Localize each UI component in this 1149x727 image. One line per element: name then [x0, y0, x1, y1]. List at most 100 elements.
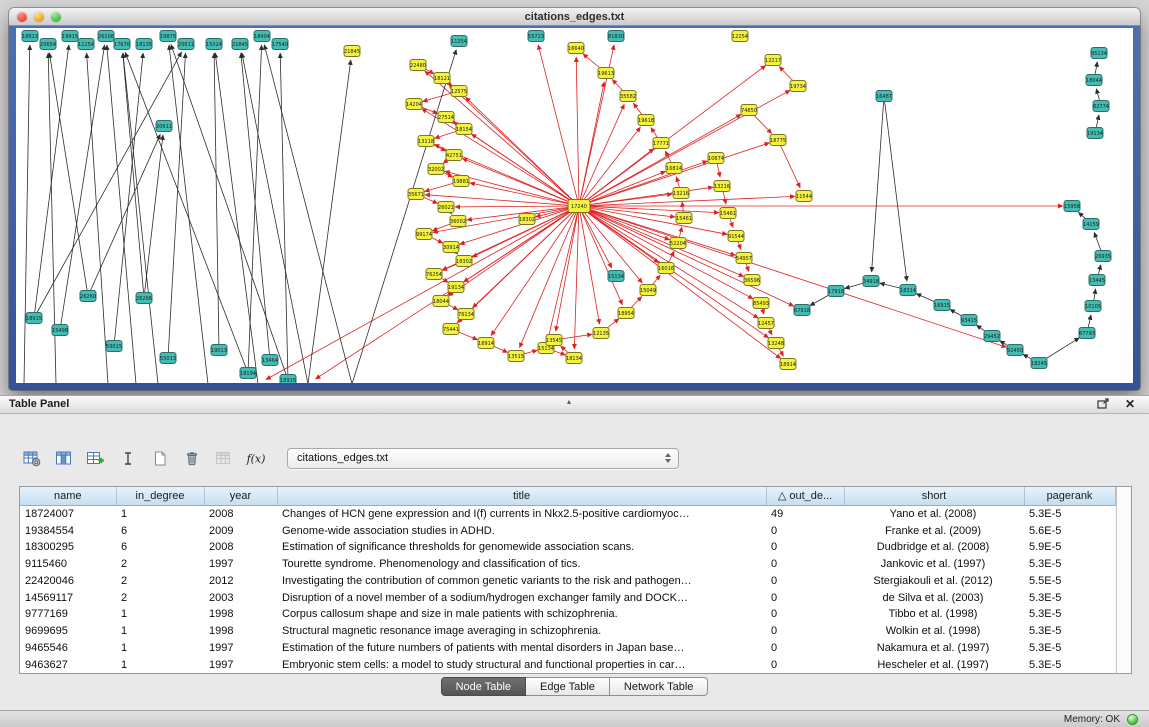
table-cell[interactable]: 9777169 [20, 606, 116, 623]
graph-node[interactable]: 17670 [114, 39, 130, 50]
graph-node[interactable]: 18314 [900, 285, 916, 296]
graph-node[interactable]: 22480 [410, 60, 426, 71]
graph-node[interactable]: 26266 [136, 293, 152, 304]
table-cell[interactable]: Yano et al. (2008) [844, 505, 1024, 522]
graph-node[interactable]: 18914 [478, 338, 494, 349]
graph-node[interactable]: 21845 [232, 39, 248, 50]
table-cell[interactable]: Embryonic stem cells: a model to study s… [277, 656, 766, 673]
graph-node[interactable]: 59015 [106, 341, 122, 352]
graph-node[interactable]: 20654 [40, 39, 56, 50]
graph-node[interactable]: 16814 [666, 163, 682, 174]
graph-node[interactable]: 18154 [456, 124, 472, 135]
graph-node[interactable]: 11254 [451, 36, 467, 47]
graph-node[interactable]: 18044 [1086, 75, 1102, 86]
graph-node[interactable]: 13248 [768, 338, 784, 349]
graph-node[interactable]: 18915 [26, 313, 42, 324]
table-cell[interactable]: 5.3E-5 [1024, 623, 1115, 640]
table-cell[interactable]: 1997 [204, 656, 277, 673]
table-cell[interactable]: Dudbridge et al. (2008) [844, 539, 1024, 556]
table-cell[interactable]: 5.3E-5 [1024, 589, 1115, 606]
graph-node[interactable]: 19915 [62, 31, 78, 42]
graph-node[interactable]: 54957 [736, 253, 752, 264]
graph-node[interactable]: 93415 [961, 315, 977, 326]
table-cell[interactable]: Structural magnetic resonance image aver… [277, 623, 766, 640]
graph-node[interactable]: 16640 [568, 43, 584, 54]
graph-node[interactable]: 29452 [984, 331, 1000, 342]
table-cell[interactable]: 5.9E-5 [1024, 539, 1115, 556]
graph-node[interactable]: 19734 [790, 81, 806, 92]
table-cell[interactable]: Tourette syndrome. Phenomenology and cla… [277, 556, 766, 573]
graph-node[interactable]: 18404 [254, 31, 270, 42]
graph-node[interactable]: 18914 [780, 359, 796, 370]
graph-node[interactable]: 99174 [416, 229, 432, 240]
graph-node[interactable]: 91544 [728, 231, 744, 242]
window-titlebar[interactable]: citations_edges.txt [9, 8, 1140, 26]
graph-node[interactable]: 17771 [653, 138, 669, 149]
table-cell[interactable]: Corpus callosum shape and size in male p… [277, 606, 766, 623]
graph-node[interactable]: 35671 [408, 189, 424, 200]
table-cell[interactable]: 1997 [204, 556, 277, 573]
graph-node[interactable]: 52204 [670, 238, 686, 249]
table-cell[interactable]: 22420046 [20, 572, 116, 589]
graph-node[interactable]: 13445 [1089, 275, 1105, 286]
column-header-name[interactable]: name [20, 487, 116, 505]
graph-node[interactable]: 75441 [443, 324, 459, 335]
graph-node[interactable]: 76254 [426, 269, 442, 280]
graph-node[interactable]: 15461 [676, 213, 692, 224]
graph-node[interactable]: 92450 [1007, 345, 1023, 356]
graph-node[interactable]: 15049 [640, 285, 656, 296]
table-cell[interactable]: Genome-wide association studies in ADHD. [277, 522, 766, 539]
table-cell[interactable]: 1998 [204, 623, 277, 640]
graph-node[interactable]: 19134 [448, 282, 464, 293]
table-mode-icon[interactable] [20, 447, 43, 469]
graph-node[interactable]: 82774 [1093, 101, 1109, 112]
graph-node[interactable]: 14159 [1083, 219, 1099, 230]
table-cell[interactable]: 0 [766, 572, 844, 589]
graph-node[interactable]: 13545 [546, 335, 562, 346]
graph-node[interactable]: 16915 [934, 300, 950, 311]
table-cell[interactable]: 9115460 [20, 556, 116, 573]
table-cell[interactable]: 2009 [204, 522, 277, 539]
close-panel-icon[interactable]: ✕ [1123, 398, 1137, 412]
graph-hub-node[interactable]: 17240 [568, 200, 590, 213]
graph-node[interactable]: 11254 [78, 39, 94, 50]
table-cell[interactable]: 6 [116, 539, 204, 556]
graph-node[interactable]: 55723 [528, 31, 544, 42]
graph-node[interactable]: 13464 [262, 355, 278, 366]
graph-node[interactable]: 55013 [160, 353, 176, 364]
table-cell[interactable]: 0 [766, 522, 844, 539]
graph-node[interactable]: 67793 [1079, 328, 1095, 339]
network-graph[interactable]: 1881320654199151125426106176701813519875… [16, 28, 1133, 383]
graph-node[interactable]: 85493 [753, 298, 769, 309]
table-cell[interactable]: 0 [766, 556, 844, 573]
graph-node[interactable]: 19881 [453, 176, 469, 187]
table-cell[interactable]: 14569117 [20, 589, 116, 606]
table-cell[interactable]: 0 [766, 539, 844, 556]
graph-node[interactable]: 12575 [451, 86, 467, 97]
graph-node[interactable]: 74850 [741, 105, 757, 116]
graph-node[interactable]: 19134 [1087, 128, 1103, 139]
column-header-in_degree[interactable]: in_degree [116, 487, 204, 505]
table-cell[interactable]: 6 [116, 522, 204, 539]
graph-node[interactable]: 10105 [1085, 301, 1101, 312]
graph-node[interactable]: 15024 [206, 39, 222, 50]
table-cell[interactable]: Stergiakouli et al. (2012) [844, 572, 1024, 589]
table-cell[interactable]: 49 [766, 505, 844, 522]
edit-columns-icon[interactable] [84, 447, 107, 469]
column-header-title[interactable]: title [277, 487, 766, 505]
table-cell[interactable]: Hescheler et al. (1997) [844, 656, 1024, 673]
table-source-select[interactable]: citations_edges.txt [287, 448, 679, 469]
table-cell[interactable]: 2008 [204, 505, 277, 522]
table-cell[interactable]: 5.3E-5 [1024, 606, 1115, 623]
tab-node-table[interactable]: Node Table [441, 677, 526, 696]
table-cell[interactable]: Estimation of significance thresholds fo… [277, 539, 766, 556]
table-cell[interactable]: 5.5E-5 [1024, 572, 1115, 589]
graph-node[interactable]: 32002 [428, 164, 444, 175]
row-height-icon[interactable] [116, 447, 139, 469]
table-cell[interactable]: 0 [766, 639, 844, 656]
graph-node[interactable]: 15498 [52, 325, 68, 336]
graph-node[interactable]: 95134 [1091, 48, 1107, 59]
table-cell[interactable]: 18300295 [20, 539, 116, 556]
table-cell[interactable]: 1 [116, 639, 204, 656]
table-cell[interactable]: Changes of HCN gene expression and I(f) … [277, 505, 766, 522]
